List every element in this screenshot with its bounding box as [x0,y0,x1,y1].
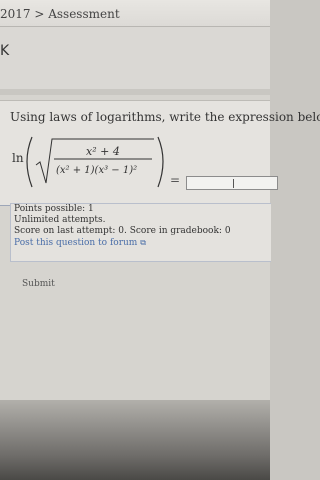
screen-bottom [0,400,270,480]
equals-sign: = [170,173,181,187]
points-possible: Points possible: 1 [14,204,94,214]
top-bar: 2017 > Assessment [0,0,270,27]
submit-button[interactable]: Submit [10,274,80,294]
forum-link-label[interactable]: Post this question to forum [14,238,137,248]
numerator: x² + 4 [86,145,120,158]
right-paren [157,136,164,188]
text-cursor [233,179,234,188]
answer-input[interactable] [186,176,278,190]
attempts-text: Unlimited attempts. [14,215,106,225]
back-label[interactable]: K [0,43,9,59]
denominator: (x² + 1)(x³ − 1)² [56,165,137,176]
breadcrumb[interactable]: 2017 > Assessment [0,7,120,21]
sub-header [0,27,270,89]
score-text: Score on last attempt: 0. Score in grade… [14,226,231,236]
left-paren [26,136,33,188]
math-expression: ln x² + 4 (x² + 1)(x³ − 1)² = [8,131,278,191]
forum-link[interactable]: Post this question to forum ⧉ [11,237,271,249]
question-info: Points possible: 1 Unlimited attempts. S… [10,203,271,262]
external-link-icon: ⧉ [140,238,146,247]
expression-graphic: x² + 4 (x² + 1)(x³ − 1)² [26,136,164,188]
question-prompt: Using laws of logarithms, write the expr… [10,110,320,124]
question-box: Using laws of logarithms, write the expr… [0,100,320,206]
